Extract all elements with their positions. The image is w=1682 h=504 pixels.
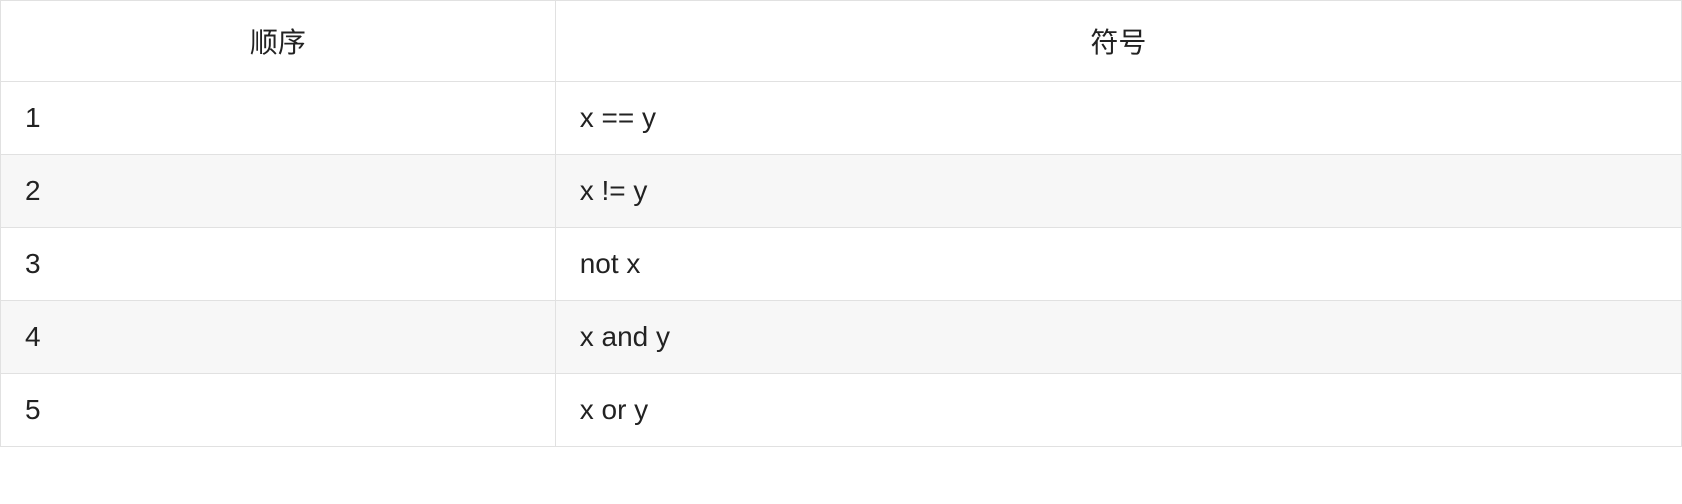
cell-order: 3	[1, 228, 556, 301]
cell-symbol: x and y	[555, 301, 1681, 374]
cell-order: 1	[1, 82, 556, 155]
cell-symbol: x != y	[555, 155, 1681, 228]
table-row: 2 x != y	[1, 155, 1682, 228]
cell-order: 4	[1, 301, 556, 374]
table-row: 4 x and y	[1, 301, 1682, 374]
cell-order: 5	[1, 374, 556, 447]
header-symbol: 符号	[555, 1, 1681, 82]
table-row: 3 not x	[1, 228, 1682, 301]
cell-symbol: x == y	[555, 82, 1681, 155]
table-row: 1 x == y	[1, 82, 1682, 155]
table-row: 5 x or y	[1, 374, 1682, 447]
table-header-row: 顺序 符号	[1, 1, 1682, 82]
cell-order: 2	[1, 155, 556, 228]
header-order: 顺序	[1, 1, 556, 82]
cell-symbol: not x	[555, 228, 1681, 301]
cell-symbol: x or y	[555, 374, 1681, 447]
operator-table: 顺序 符号 1 x == y 2 x != y 3 not x 4 x and …	[0, 0, 1682, 447]
